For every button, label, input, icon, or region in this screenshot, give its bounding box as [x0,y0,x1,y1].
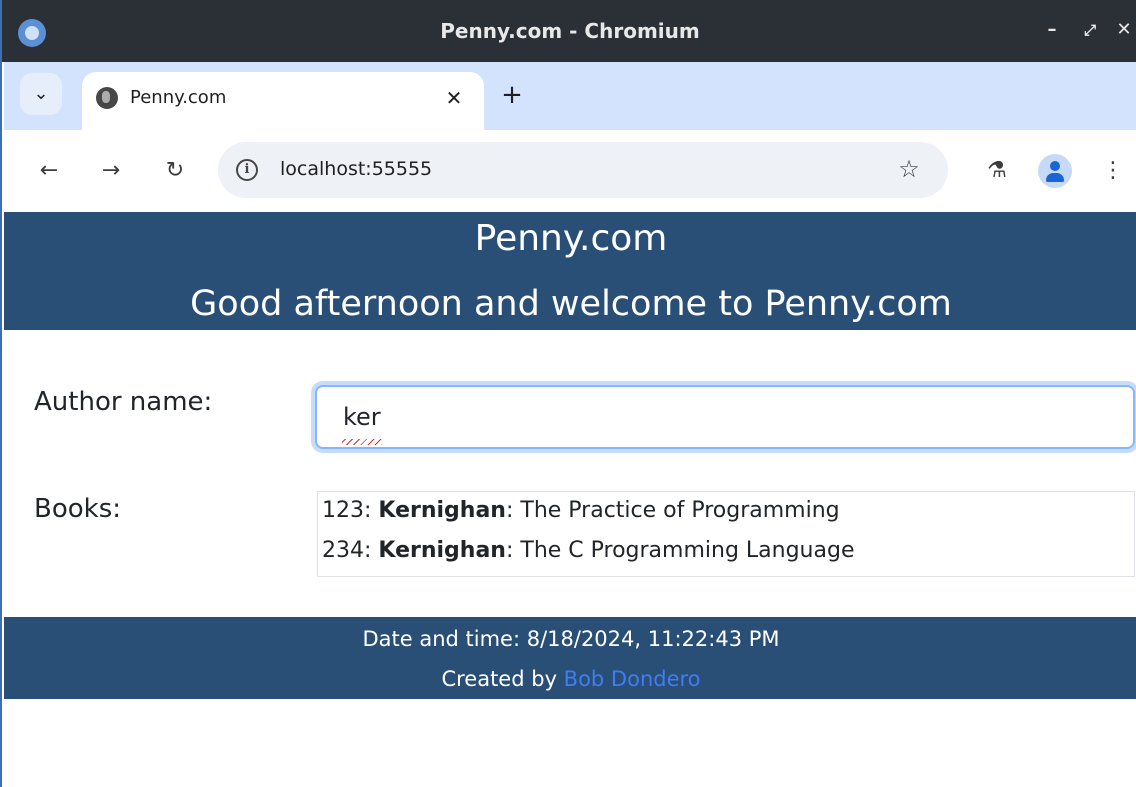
globe-icon [96,87,118,109]
tab-title: Penny.com [130,87,227,108]
books-list: 123: Kernighan: The Practice of Programm… [317,491,1135,577]
new-tab-button[interactable]: + [497,80,527,110]
created-by-line: Created by Bob Dondero [441,667,701,691]
site-header: Penny.com Good afternoon and welcome to … [4,212,1136,330]
minimize-icon[interactable]: – [1040,18,1064,42]
close-window-icon[interactable]: ✕ [1112,18,1136,42]
profile-avatar-icon[interactable] [1038,154,1072,188]
bookmark-star-icon[interactable]: ☆ [894,154,924,184]
author-name-label: Author name: [34,387,213,417]
browser-window: Penny.com - Chromium – ⤢ ✕ ⌄ Penny.com ✕… [0,0,1136,787]
labs-flask-icon[interactable]: ⚗ [980,154,1014,188]
window-titlebar: Penny.com - Chromium – ⤢ ✕ [2,0,1136,62]
tab-close-icon[interactable]: ✕ [440,84,468,112]
reload-button[interactable]: ↻ [158,154,192,188]
datetime-text: Date and time: 8/18/2024, 11:22:43 PM [362,627,780,651]
page-content: Penny.com Good afternoon and welcome to … [4,212,1136,787]
window-title: Penny.com - Chromium [440,19,700,43]
forward-button[interactable]: → [94,154,128,188]
maximize-icon[interactable]: ⤢ [1078,18,1102,42]
tab-search-button[interactable]: ⌄ [20,73,62,115]
menu-kebab-icon[interactable]: ⋮ [1096,154,1130,188]
greeting-text: Good afternoon and welcome to Penny.com [190,284,952,324]
tab-strip: ⌄ Penny.com ✕ + [4,62,1136,130]
book-item: 123: Kernighan: The Practice of Programm… [322,498,840,523]
author-link[interactable]: Bob Dondero [564,667,701,691]
site-footer: Date and time: 8/18/2024, 11:22:43 PM Cr… [4,617,1136,699]
site-info-icon[interactable]: i [236,159,258,181]
browser-toolbar: ← → ↻ i localhost:55555 ☆ ⚗ ⋮ [4,130,1136,212]
author-name-input[interactable] [315,385,1135,449]
spellcheck-underline [342,439,382,445]
url-text[interactable]: localhost:55555 [280,158,432,180]
tab-penny[interactable]: Penny.com ✕ [82,72,484,130]
site-title: Penny.com [474,218,668,259]
book-item: 234: Kernighan: The C Programming Langua… [322,538,855,563]
books-label: Books: [34,494,122,524]
address-bar[interactable]: i localhost:55555 ☆ [218,142,948,198]
back-button[interactable]: ← [32,154,66,188]
